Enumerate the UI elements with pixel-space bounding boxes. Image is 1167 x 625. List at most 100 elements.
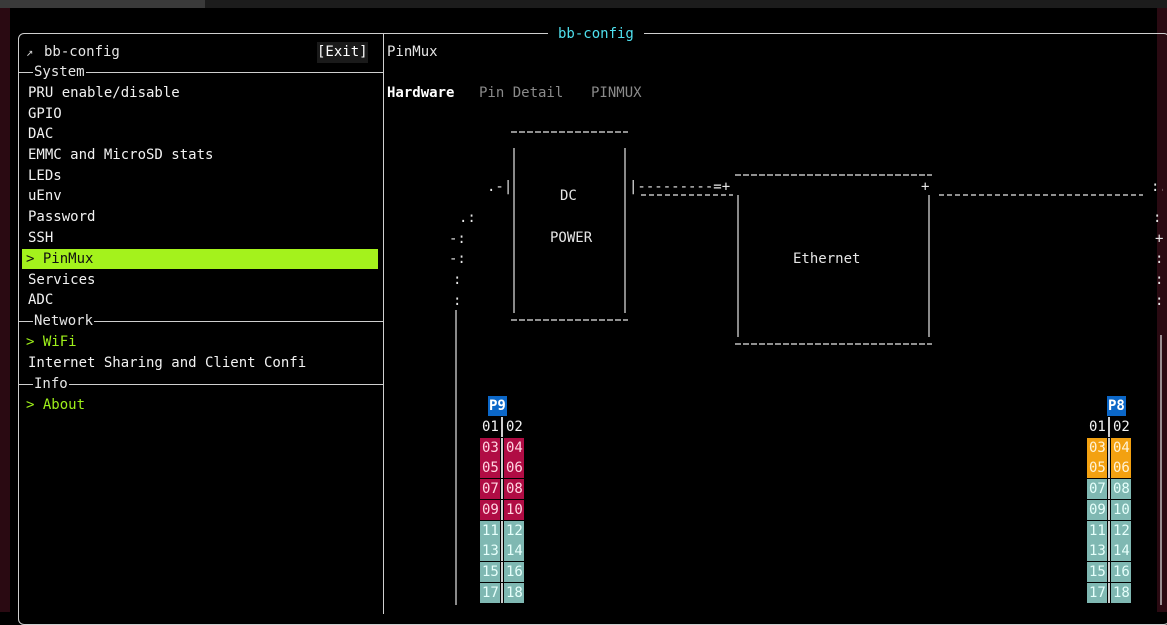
hardware-diagram: .-| |---------=+ .: -: -: : : + :. :- + … [449,131,1163,605]
p8-pin[interactable]: 15 [1087,561,1107,582]
pin-separator [501,437,503,458]
pin-separator [501,582,503,603]
p9-pin[interactable]: 17 [480,582,500,603]
p8-pin[interactable]: 13 [1087,541,1107,562]
p8-header-tag[interactable]: P8 [1107,396,1126,416]
pin-separator [1108,582,1110,603]
expand-arrow-icon[interactable]: ↗ [26,42,33,63]
svg-text:.-|: .-| [487,179,512,195]
section-header-system: System [19,62,383,82]
exit-button[interactable]: [Exit] [317,42,368,63]
p8-pin[interactable]: 11 [1087,520,1107,541]
pin-separator [501,561,503,582]
svg-text:.:: .: [459,210,476,226]
menu-item-internet-sharing[interactable]: Internet Sharing and Client Confi [28,353,306,374]
svg-text::: : [1155,251,1163,267]
section-label-system: System [33,62,86,82]
menu-item-services[interactable]: Services [28,270,95,291]
ethernet-label: Ethernet [793,251,861,267]
p8-pin[interactable]: 06 [1111,458,1131,479]
p8-pin[interactable]: 08 [1111,479,1131,500]
pin-separator [1108,499,1110,520]
pin-separator [1108,541,1110,562]
tab-pin-detail[interactable]: Pin Detail [479,83,563,104]
sidebar-app-name: bb-config [44,44,120,60]
svg-text:-:: -: [449,231,466,247]
p9-pin[interactable]: 14 [504,541,524,562]
pin-separator [1108,561,1110,582]
pin-separator [501,520,503,541]
p8-pin[interactable]: 17 [1087,582,1107,603]
menu-item-about[interactable]: > About [26,395,85,416]
svg-text::: : [1155,293,1163,309]
p8-pin[interactable]: 01 [1087,417,1107,437]
p8-pin[interactable]: 16 [1111,561,1131,582]
p9-pin[interactable]: 18 [504,582,524,603]
window-title: bb-config [548,24,644,45]
p9-pin[interactable]: 04 [504,437,524,458]
p9-pin[interactable]: 10 [504,499,524,520]
pin-separator [501,458,503,479]
p9-pin[interactable]: 11 [480,520,500,541]
terminal-tab[interactable] [0,0,205,8]
pin-separator [501,541,503,562]
p9-pin[interactable]: 08 [504,479,524,500]
menu-item-emmc[interactable]: EMMC and MicroSD stats [28,145,213,166]
p9-pin[interactable]: 03 [480,437,500,458]
p9-pin[interactable]: 15 [480,561,500,582]
p9-header-tag[interactable]: P9 [488,396,507,416]
menu-item-wifi[interactable]: > WiFi [26,332,77,353]
dc-label: DC [560,188,577,204]
pin-separator [1108,417,1110,437]
power-label: POWER [550,230,593,246]
p8-pin[interactable]: 05 [1087,458,1107,479]
p8-pin[interactable]: 12 [1111,520,1131,541]
p8-pin[interactable]: 18 [1111,582,1131,603]
pin-separator [501,417,503,437]
p8-pin[interactable]: 04 [1111,437,1131,458]
p8-pin[interactable]: 14 [1111,541,1131,562]
menu-item-leds[interactable]: LEDs [28,166,62,187]
svg-text::: : [1155,272,1163,288]
menu-item-gpio[interactable]: GPIO [28,104,62,125]
p9-pin[interactable]: 09 [480,499,500,520]
p9-pin[interactable]: 02 [504,417,524,437]
p9-pin[interactable]: 13 [480,541,500,562]
svg-text:+: + [1155,231,1163,247]
pin-separator [1108,437,1110,458]
pin-separator [501,479,503,500]
p8-pin[interactable]: 10 [1111,499,1131,520]
section-header-info: Info [19,374,383,394]
svg-text::-: :- [1153,210,1163,226]
svg-text:-:: -: [449,251,466,267]
pin-separator [1108,479,1110,500]
svg-text::: : [453,293,461,309]
p9-pin[interactable]: 06 [504,458,524,479]
p9-pin[interactable]: 12 [504,520,524,541]
terminal-top-strip [0,0,1167,8]
menu-item-pinmux[interactable]: > PinMux [26,249,93,270]
svg-text:|---------=+: |---------=+ [629,179,730,195]
p8-pin[interactable]: 02 [1111,417,1131,437]
section-header-network: Network [19,311,383,331]
pin-separator [1108,458,1110,479]
p9-pin[interactable]: 07 [480,479,500,500]
tab-hardware[interactable]: Hardware [387,83,454,104]
p8-pin[interactable]: 03 [1087,437,1107,458]
p9-pin[interactable]: 16 [504,561,524,582]
menu-item-password[interactable]: Password [28,207,95,228]
p8-pin[interactable]: 09 [1087,499,1107,520]
menu-item-pru[interactable]: PRU enable/disable [28,83,180,104]
tab-pinmux[interactable]: PINMUX [591,83,642,104]
svg-text::.: :. [1151,179,1163,195]
svg-text::: : [453,272,461,288]
pin-separator [1108,520,1110,541]
section-label-info: Info [33,374,69,394]
menu-item-adc[interactable]: ADC [28,290,53,311]
p8-pin[interactable]: 07 [1087,479,1107,500]
menu-item-ssh[interactable]: SSH [28,228,53,249]
menu-item-uenv[interactable]: uEnv [28,186,62,207]
p9-pin[interactable]: 05 [480,458,500,479]
menu-item-dac[interactable]: DAC [28,124,53,145]
p9-pin[interactable]: 01 [480,417,500,437]
